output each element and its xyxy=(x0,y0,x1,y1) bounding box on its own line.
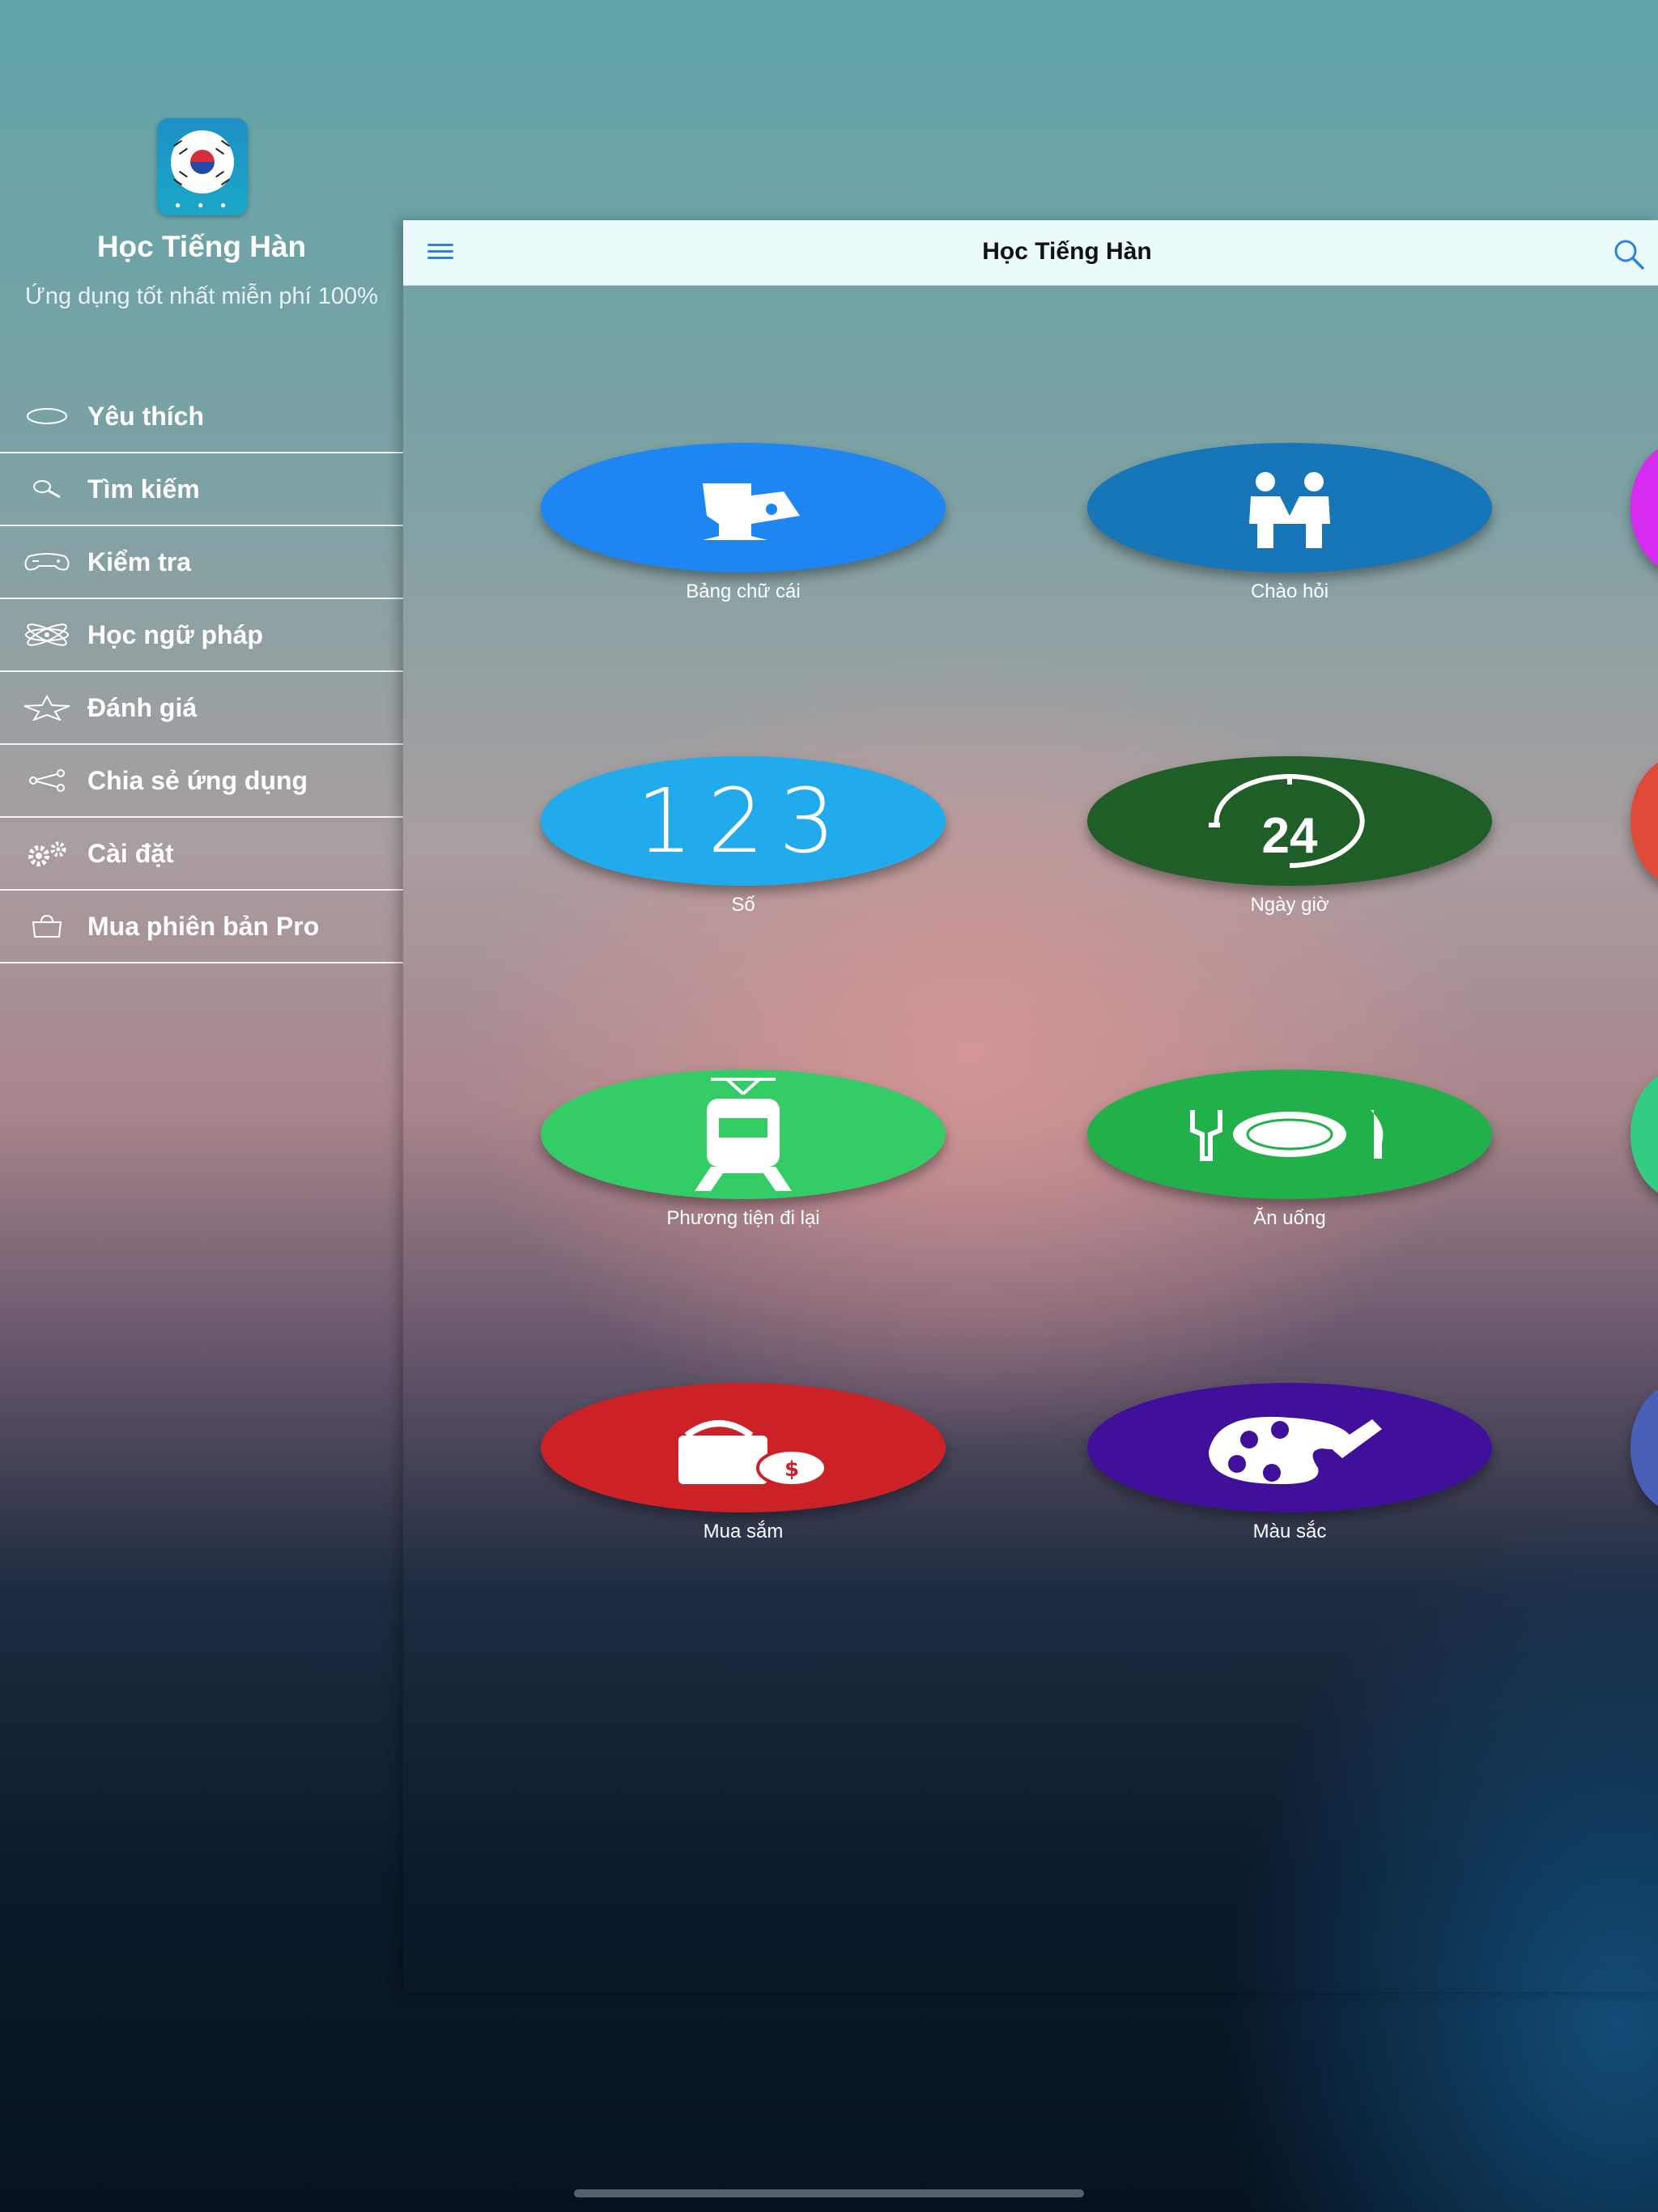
alphabet-icon xyxy=(541,443,946,572)
shopping-icon: $ xyxy=(541,1383,946,1512)
heart-icon xyxy=(23,402,71,430)
atom-icon xyxy=(23,621,71,649)
category-numbers[interactable]: 123 Số xyxy=(541,756,946,917)
menu-item-label: Chia sẻ ứng dụng xyxy=(87,765,308,795)
train-icon xyxy=(541,1070,946,1199)
page-title: Học Tiếng Hàn xyxy=(982,238,1152,265)
menu-item-label: Đánh giá xyxy=(87,692,198,722)
mic-icon: ● xyxy=(175,199,181,211)
category-peek-disc[interactable] xyxy=(1630,1070,1658,1199)
category-label: Mua sắm xyxy=(703,1521,784,1542)
star-icon xyxy=(23,694,71,721)
search-icon[interactable] xyxy=(1613,238,1645,270)
palette-icon xyxy=(1087,1383,1492,1512)
clock-24-icon: 24 xyxy=(1087,756,1492,886)
category-label: Số xyxy=(731,894,755,916)
search-icon xyxy=(23,475,71,503)
navigation-bar: Học Tiếng Hàn xyxy=(403,220,1658,286)
menu-item-grammar[interactable]: Học ngữ pháp xyxy=(0,599,403,672)
numbers-icon: 123 xyxy=(541,756,946,886)
shopping-bag-icon xyxy=(23,912,71,940)
app-subtitle: Ứng dụng tốt nhất miễn phí 100% xyxy=(25,283,378,309)
category-label: Ngày giờ xyxy=(1250,894,1329,916)
category-peek-disc[interactable] xyxy=(1630,443,1658,572)
home-indicator xyxy=(574,2189,1084,2197)
menu-item-label: Tìm kiếm xyxy=(87,474,200,504)
svg-text:$: $ xyxy=(784,1457,799,1482)
category-greeting[interactable]: Chào hỏi xyxy=(1087,443,1492,603)
dining-icon xyxy=(1087,1070,1492,1199)
main-panel: Học Tiếng Hàn Bảng chữ cái Chào hỏi 123 … xyxy=(403,220,1658,1992)
menu-item-search[interactable]: Tìm kiếm xyxy=(0,453,403,526)
greeting-icon xyxy=(1087,443,1492,572)
app-logo: ● ● ● xyxy=(157,118,248,215)
menu-item-label: Mua phiên bản Pro xyxy=(87,911,320,941)
menu-item-settings[interactable]: Cài đặt xyxy=(0,818,403,891)
gears-icon xyxy=(23,840,71,867)
category-transport[interactable]: Phương tiện đi lại xyxy=(541,1070,946,1230)
menu-item-share[interactable]: Chia sẻ ứng dụng xyxy=(0,745,403,818)
category-peek-disc[interactable] xyxy=(1630,1383,1658,1512)
category-peek-disc[interactable] xyxy=(1630,756,1658,886)
numbers-icon-text: 123 xyxy=(636,769,850,873)
category-label: Ăn uống xyxy=(1253,1207,1326,1229)
menu-item-label: Học ngữ pháp xyxy=(87,619,263,649)
category-colors[interactable]: Màu sắc xyxy=(1087,1383,1492,1543)
category-alphabet[interactable]: Bảng chữ cái xyxy=(541,443,946,603)
gamepad-icon xyxy=(23,548,71,576)
category-label: Phương tiện đi lại xyxy=(666,1207,820,1229)
menu-item-label: Cài đặt xyxy=(87,838,174,868)
category-shopping[interactable]: $ Mua sắm xyxy=(541,1383,946,1543)
side-drawer: ● ● ● Học Tiếng Hàn Ứng dụng tốt nhất mi… xyxy=(0,0,403,963)
menu-item-label: Kiểm tra xyxy=(87,547,192,576)
category-date-time[interactable]: 24 Ngày giờ xyxy=(1087,756,1492,917)
clock-24-text: 24 xyxy=(1261,807,1318,864)
share-icon xyxy=(23,767,71,794)
drawer-menu: Yêu thích Tìm kiếm Kiểm tra Học ngữ pháp… xyxy=(0,381,403,963)
korea-flag-icon xyxy=(171,130,234,194)
speaker-icon: ● xyxy=(220,199,227,211)
chat-icon: ● xyxy=(198,199,204,211)
menu-item-rate[interactable]: Đánh giá xyxy=(0,672,403,745)
category-label: Bảng chữ cái xyxy=(686,581,801,602)
app-title: Học Tiếng Hàn xyxy=(96,230,307,263)
category-label: Màu sắc xyxy=(1252,1521,1327,1542)
menu-item-favorites[interactable]: Yêu thích xyxy=(0,381,403,453)
menu-item-buy-pro[interactable]: Mua phiên bản Pro xyxy=(0,891,403,963)
category-food[interactable]: Ăn uống xyxy=(1087,1070,1492,1230)
menu-item-label: Yêu thích xyxy=(87,401,205,431)
category-label: Chào hỏi xyxy=(1250,581,1329,602)
menu-item-quiz[interactable]: Kiểm tra xyxy=(0,526,403,599)
